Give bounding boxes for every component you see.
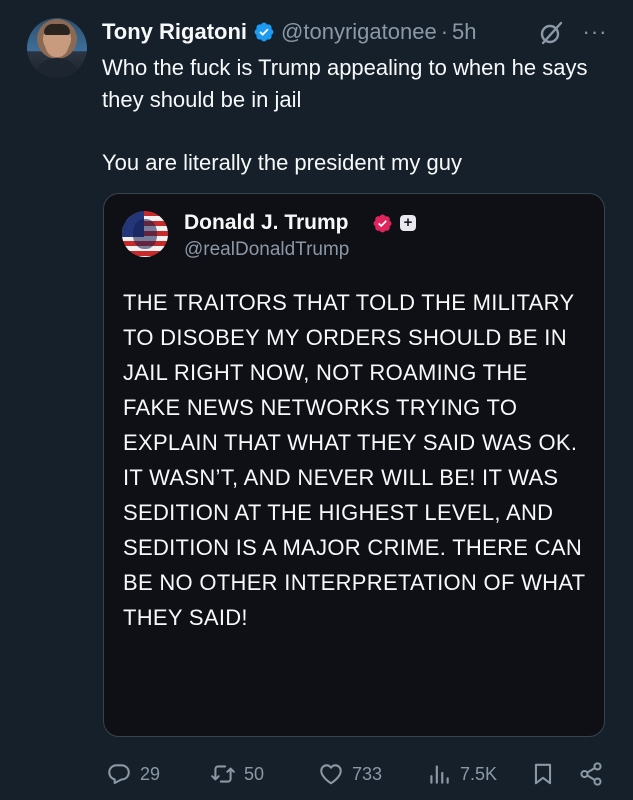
author-handle[interactable]: @tonyrigatonee <box>281 19 437 45</box>
like-button[interactable]: 733 <box>318 756 382 792</box>
share-button[interactable] <box>578 756 604 792</box>
more-icon[interactable]: ··· <box>580 21 610 43</box>
separator-dot: · <box>440 19 449 44</box>
verified-badge-icon <box>254 22 274 42</box>
grok-icon[interactable] <box>538 20 564 46</box>
views-count: 7.5K <box>460 763 498 784</box>
like-count: 733 <box>352 763 383 784</box>
plus-badge-icon: + <box>400 215 416 231</box>
tweet-text: Who the fuck is Trump appealing to when … <box>102 52 602 178</box>
share-icon <box>580 762 602 786</box>
reply-icon <box>108 764 130 785</box>
bookmark-button[interactable] <box>530 756 556 792</box>
quoted-author-avatar[interactable] <box>122 211 168 257</box>
like-icon <box>320 764 342 785</box>
quoted-post-card[interactable]: Donald J. Trump + @realDonaldTrump THE T… <box>103 193 605 737</box>
views-button[interactable]: 7.5K <box>426 756 497 792</box>
action-bar: 29 50 733 7.5K <box>100 756 612 792</box>
quoted-author-handle[interactable]: @realDonaldTrump <box>184 239 349 261</box>
bookmark-icon <box>534 763 552 785</box>
reply-count: 29 <box>140 763 161 784</box>
quoted-author-name[interactable]: Donald J. Trump <box>184 211 349 235</box>
post-time[interactable]: 5h <box>452 19 476 45</box>
repost-count: 50 <box>244 763 265 784</box>
views-icon <box>430 765 449 784</box>
tweet-header: Tony Rigatoni @tonyrigatonee · 5h <box>102 16 477 48</box>
tweet-paragraph: You are literally the president my guy <box>102 149 462 175</box>
repost-icon <box>211 765 235 783</box>
tweet-paragraph: Who the fuck is Trump appealing to when … <box>102 55 588 112</box>
quoted-post-text: THE TRAITORS THAT TOLD THE MILITARY TO D… <box>123 290 586 630</box>
reply-button[interactable]: 29 <box>106 756 160 792</box>
repost-button[interactable]: 50 <box>210 756 264 792</box>
author-avatar[interactable] <box>27 18 87 78</box>
government-badge-icon <box>373 214 392 233</box>
author-name[interactable]: Tony Rigatoni <box>102 19 247 45</box>
